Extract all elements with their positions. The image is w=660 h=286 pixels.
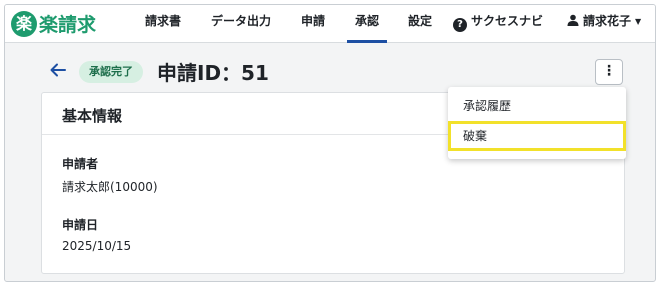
logo-text: 楽請求 <box>39 14 97 36</box>
actions-dropdown-menu: 承認履歴 破棄 <box>448 87 626 159</box>
applicant-label: 申請者 <box>62 157 99 171</box>
application-date-value: 2025/10/15 <box>62 239 132 253</box>
more-actions-button[interactable]: ⋮ <box>595 59 623 85</box>
title-row: 承認完了 申請ID：51 ⋮ <box>5 55 655 87</box>
success-navi-label: サクセスナビ <box>471 14 544 28</box>
top-header: 楽 楽請求 請求書 データ出力 申請 承認 設定 ? サクセスナビ 請求花子 ▼ <box>5 5 655 43</box>
nav-item-success-navi[interactable]: ? サクセスナビ <box>453 5 543 43</box>
page-title: 申請ID：51 <box>157 61 269 85</box>
logo-mark: 楽 <box>11 10 37 37</box>
applicant-value: 請求太郎(10000) <box>62 180 158 194</box>
user-icon <box>567 14 579 26</box>
nav-item-approvals[interactable]: 承認 <box>346 5 388 43</box>
app-logo[interactable]: 楽 楽請求 <box>11 10 96 37</box>
chevron-down-icon: ▼ <box>635 17 642 26</box>
back-arrow-icon[interactable] <box>49 61 67 79</box>
user-menu[interactable]: 請求花子 ▼ <box>567 5 641 43</box>
menu-item-approval-history[interactable]: 承認履歴 <box>448 91 626 121</box>
user-name: 請求花子 <box>583 14 632 28</box>
kebab-icon: ⋮ <box>602 63 616 79</box>
app-window: 楽 楽請求 請求書 データ出力 申請 承認 設定 ? サクセスナビ 請求花子 ▼ 承… <box>4 4 656 282</box>
help-icon: ? <box>453 18 467 32</box>
status-badge: 承認完了 <box>79 61 143 83</box>
menu-item-discard[interactable]: 破棄 <box>448 121 626 151</box>
application-date-label: 申請日 <box>62 218 99 232</box>
nav-item-applications[interactable]: 申請 <box>301 5 325 43</box>
nav-item-settings[interactable]: 設定 <box>408 5 432 43</box>
nav-item-invoices[interactable]: 請求書 <box>145 5 181 43</box>
nav-item-data-export[interactable]: データ出力 <box>211 5 271 43</box>
